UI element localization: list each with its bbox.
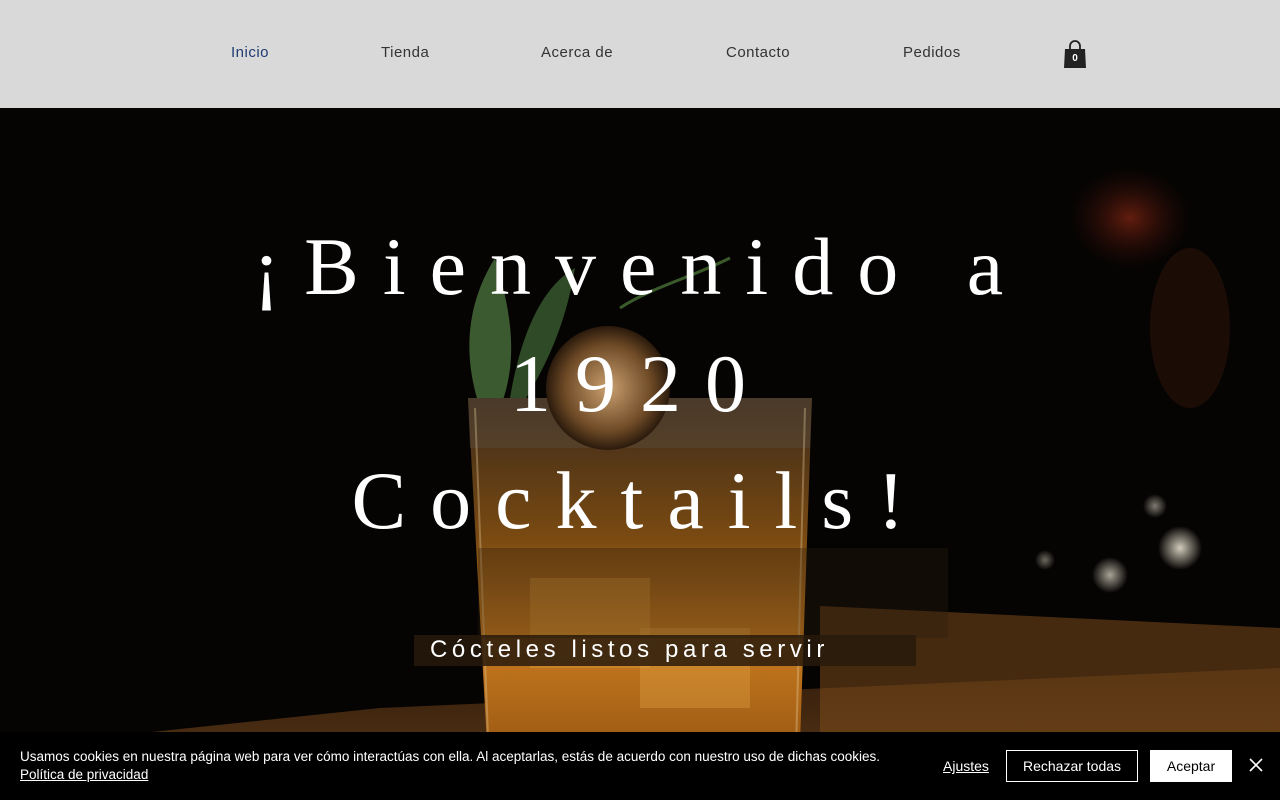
- hero-title-line: 1920: [510, 338, 770, 429]
- nav-item-inicio[interactable]: Inicio: [231, 44, 269, 62]
- close-icon: [1249, 758, 1263, 772]
- cart-count: 0: [1072, 53, 1078, 64]
- cookie-banner: Usamos cookies en nuestra página web par…: [0, 732, 1280, 800]
- site-header: Inicio Tienda Acerca de Contacto Pedidos…: [0, 0, 1280, 108]
- nav-item-pedidos[interactable]: Pedidos: [903, 44, 961, 62]
- cookie-settings-link[interactable]: Ajustes: [943, 757, 989, 775]
- cart-button[interactable]: 0: [1063, 39, 1087, 69]
- reject-all-button[interactable]: Rechazar todas: [1006, 750, 1138, 782]
- nav-item-acerca-de[interactable]: Acerca de: [541, 44, 613, 62]
- hero-title-line: Cocktails!: [351, 455, 929, 546]
- nav-item-contacto[interactable]: Contacto: [726, 44, 790, 62]
- close-banner-button[interactable]: [1248, 757, 1264, 773]
- accept-button[interactable]: Aceptar: [1150, 750, 1232, 782]
- cookie-message: Usamos cookies en nuestra página web par…: [20, 748, 890, 784]
- nav-item-tienda[interactable]: Tienda: [381, 44, 429, 62]
- hero-section: ¡Bienvenido a 1920 Cocktails! Cócteles l…: [0, 108, 1280, 800]
- cookie-text: Usamos cookies en nuestra página web par…: [20, 749, 880, 764]
- privacy-policy-link[interactable]: Política de privacidad: [20, 767, 148, 782]
- hero-title-line: ¡Bienvenido a: [252, 221, 1028, 312]
- hero-subtitle: Cócteles listos para servir: [430, 636, 829, 663]
- hero-title: ¡Bienvenido a 1920 Cocktails!: [200, 208, 1080, 559]
